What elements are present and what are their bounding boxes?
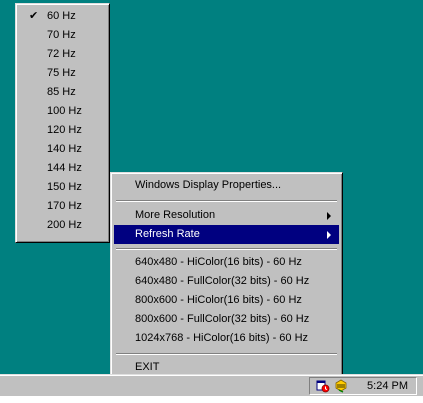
refresh-rate-label: 85 Hz bbox=[47, 86, 76, 98]
refresh-rate-item[interactable]: Refresh Rate bbox=[114, 225, 339, 244]
refresh-rate-item-100[interactable]: 100 Hz bbox=[19, 102, 106, 121]
mode-label: 640x480 - HiColor(16 bits) - 60 Hz bbox=[135, 256, 302, 268]
refresh-rate-label: 200 Hz bbox=[47, 219, 82, 231]
display-settings-icon[interactable] bbox=[334, 379, 348, 393]
system-tray: 5:24 PM bbox=[309, 377, 417, 395]
refresh-rate-label: 140 Hz bbox=[47, 143, 82, 155]
refresh-rate-label: 120 Hz bbox=[47, 124, 82, 136]
refresh-rate-label: 75 Hz bbox=[47, 67, 76, 79]
display-properties-label: Windows Display Properties... bbox=[135, 179, 282, 191]
refresh-rate-item-85[interactable]: 85 Hz bbox=[19, 83, 106, 102]
more-resolution-item[interactable]: More Resolution bbox=[114, 206, 339, 225]
menu-separator bbox=[116, 248, 337, 250]
refresh-rate-label: 72 Hz bbox=[47, 48, 76, 60]
refresh-rate-item-60[interactable]: ✔ 60 Hz bbox=[19, 7, 106, 26]
screen-edge bbox=[0, 396, 423, 403]
refresh-rate-item-70[interactable]: 70 Hz bbox=[19, 26, 106, 45]
refresh-rate-menu-label: Refresh Rate bbox=[135, 228, 200, 240]
refresh-rate-label: 170 Hz bbox=[47, 200, 82, 212]
mode-label: 800x600 - HiColor(16 bits) - 60 Hz bbox=[135, 294, 302, 306]
refresh-rate-item-120[interactable]: 120 Hz bbox=[19, 121, 106, 140]
mode-item[interactable]: 800x600 - HiColor(16 bits) - 60 Hz bbox=[114, 291, 339, 310]
refresh-rate-item-150[interactable]: 150 Hz bbox=[19, 178, 106, 197]
mode-item[interactable]: 1024x768 - HiColor(16 bits) - 60 Hz bbox=[114, 329, 339, 348]
refresh-rate-item-144[interactable]: 144 Hz bbox=[19, 159, 106, 178]
refresh-rate-item-140[interactable]: 140 Hz bbox=[19, 140, 106, 159]
refresh-rate-label: 70 Hz bbox=[47, 29, 76, 41]
refresh-rate-label: 60 Hz bbox=[47, 10, 76, 22]
taskbar-clock[interactable]: 5:24 PM bbox=[367, 380, 408, 392]
refresh-rate-label: 144 Hz bbox=[47, 162, 82, 174]
mode-item[interactable]: 800x600 - FullColor(32 bits) - 60 Hz bbox=[114, 310, 339, 329]
mode-item[interactable]: 640x480 - FullColor(32 bits) - 60 Hz bbox=[114, 272, 339, 291]
refresh-rate-item-200[interactable]: 200 Hz bbox=[19, 216, 106, 235]
mode-label: 1024x768 - HiColor(16 bits) - 60 Hz bbox=[135, 332, 309, 344]
submenu-arrow-icon bbox=[327, 212, 331, 220]
submenu-arrow-icon bbox=[327, 231, 331, 239]
refresh-rate-item-170[interactable]: 170 Hz bbox=[19, 197, 106, 216]
display-properties-item[interactable]: Windows Display Properties... bbox=[114, 176, 339, 195]
refresh-rate-item-75[interactable]: 75 Hz bbox=[19, 64, 106, 83]
refresh-rate-submenu: ✔ 60 Hz 70 Hz 72 Hz 75 Hz 85 Hz 100 Hz 1… bbox=[15, 3, 110, 243]
menu-separator bbox=[116, 200, 337, 202]
mode-item[interactable]: 640x480 - HiColor(16 bits) - 60 Hz bbox=[114, 253, 339, 272]
checkmark-icon: ✔ bbox=[29, 10, 39, 22]
taskbar: 5:24 PM bbox=[0, 374, 423, 396]
menu-separator bbox=[116, 353, 337, 355]
display-context-menu: Windows Display Properties... More Resol… bbox=[110, 172, 343, 379]
refresh-rate-label: 150 Hz bbox=[47, 181, 82, 193]
refresh-rate-item-72[interactable]: 72 Hz bbox=[19, 45, 106, 64]
mode-label: 640x480 - FullColor(32 bits) - 60 Hz bbox=[135, 275, 310, 287]
schedule-alert-icon[interactable] bbox=[316, 379, 330, 393]
more-resolution-label: More Resolution bbox=[135, 209, 216, 221]
mode-label: 800x600 - FullColor(32 bits) - 60 Hz bbox=[135, 313, 310, 325]
refresh-rate-label: 100 Hz bbox=[47, 105, 82, 117]
